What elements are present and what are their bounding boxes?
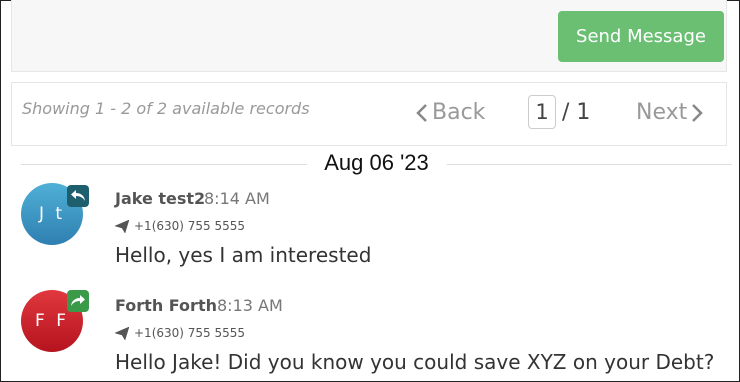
pagination-bar: Showing 1 - 2 of 2 available records Bac… (11, 82, 727, 146)
message-text: Hello, yes I am interested (115, 243, 372, 267)
back-button[interactable]: Back (416, 100, 485, 125)
records-summary: Showing 1 - 2 of 2 available records (22, 99, 310, 118)
reply-icon (67, 185, 89, 207)
page-total: / 1 (562, 100, 591, 125)
message-item[interactable]: F F Forth Forth 8:13 AM +1(630) 755 5555… (21, 290, 721, 382)
send-message-button[interactable]: Send Message (558, 11, 724, 62)
date-separator: Aug 06 '23 (21, 150, 732, 178)
message-text: Hello Jake! Did you know you could save … (115, 350, 715, 374)
next-button[interactable]: Next (636, 100, 704, 125)
date-label: Aug 06 '23 (306, 150, 447, 176)
phone-number: +1(630) 755 5555 (134, 326, 246, 340)
chevron-left-icon (416, 103, 427, 122)
message-item[interactable]: J t Jake test2 8:14 AM +1(630) 755 5555 … (21, 183, 721, 283)
message-time: 8:13 AM (217, 296, 283, 315)
phone-number: +1(630) 755 5555 (134, 219, 246, 233)
forward-icon (67, 290, 89, 312)
sender-name: Forth Forth (115, 296, 217, 315)
message-time: 8:14 AM (204, 189, 270, 208)
back-label: Back (432, 100, 486, 125)
phone-row: +1(630) 755 5555 (115, 326, 245, 340)
next-label: Next (636, 100, 688, 125)
phone-row: +1(630) 755 5555 (115, 219, 245, 233)
paper-plane-icon (115, 326, 129, 340)
compose-panel: Send Message (11, 0, 727, 72)
chevron-right-icon (692, 103, 704, 122)
page-number-input[interactable]: 1 (528, 95, 556, 129)
paper-plane-icon (115, 219, 129, 233)
sender-name: Jake test2 (115, 189, 206, 208)
